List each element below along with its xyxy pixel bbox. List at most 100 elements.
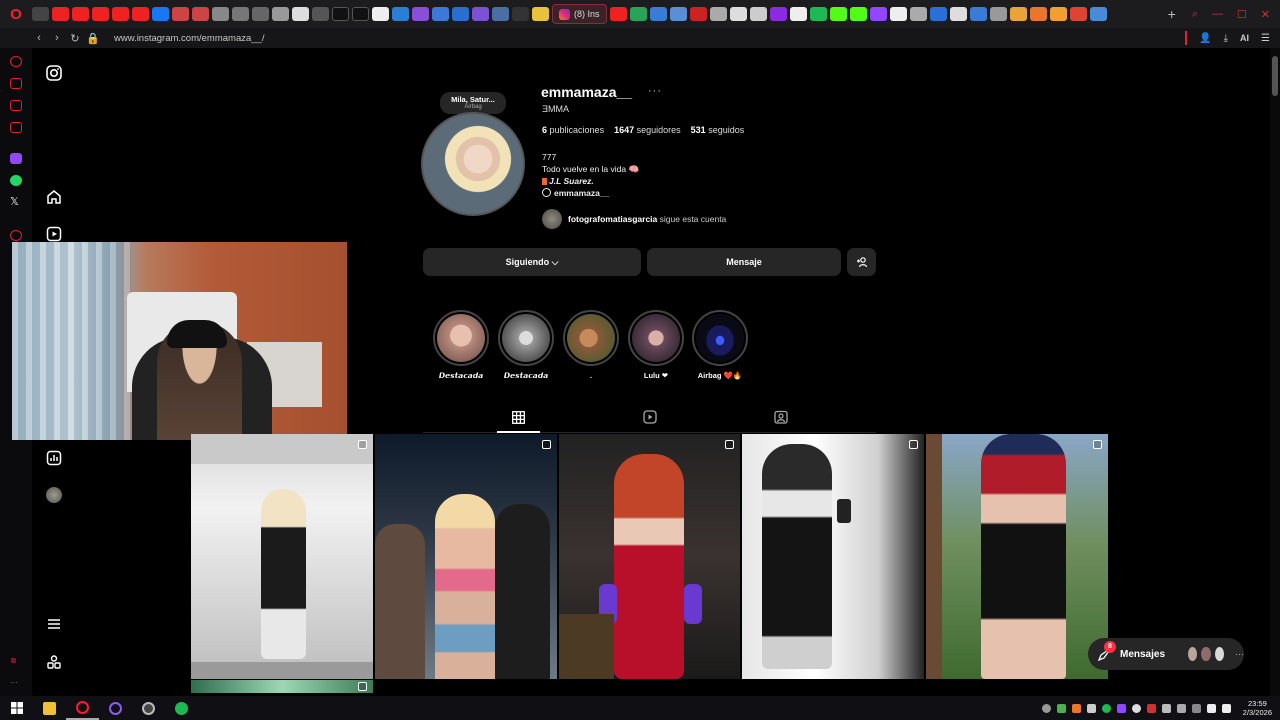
tab-favicon-youtube-icon[interactable]	[609, 7, 627, 21]
volume-icon[interactable]	[1221, 703, 1231, 713]
profile-note-bubble[interactable]: Mila, Satur... Airbag	[440, 92, 506, 114]
aria-icon[interactable]	[10, 56, 22, 67]
spotify-taskbar-icon[interactable]	[165, 696, 198, 720]
post-thumbnail-next-row[interactable]	[191, 680, 373, 693]
maximize-button[interactable]: ☐	[1237, 8, 1247, 21]
download-icon[interactable]: ⤓	[1224, 33, 1228, 44]
tray-icon[interactable]	[1041, 703, 1051, 713]
tab-favicon[interactable]	[212, 7, 229, 21]
tray-icon[interactable]	[1116, 703, 1126, 713]
sidebar-icon[interactable]	[10, 122, 22, 133]
new-tab-button[interactable]: +	[1162, 6, 1182, 22]
sidebar-icon[interactable]: ⊗	[10, 656, 22, 667]
tab-favicon[interactable]	[292, 7, 309, 21]
mutual-follower-text[interactable]: fotografomatiasgarcia sigue esta cuenta	[568, 214, 726, 224]
story-highlight[interactable]: .	[563, 310, 619, 380]
tray-icon[interactable]	[1146, 703, 1156, 713]
tab-favicon[interactable]	[392, 7, 409, 21]
app-taskbar-icon[interactable]	[99, 696, 132, 720]
tab-favicon[interactable]	[172, 7, 189, 21]
profile-options-icon[interactable]: ···	[648, 85, 662, 97]
messages-button[interactable]: 8 Mensajes ···	[1088, 638, 1244, 670]
tab-favicon[interactable]	[949, 7, 967, 21]
menu-hamburger-icon[interactable]	[45, 615, 63, 633]
tab-favicon[interactable]	[432, 7, 449, 21]
tab-favicon[interactable]	[1049, 7, 1067, 21]
post-thumbnail[interactable]	[559, 434, 740, 679]
message-button[interactable]: Mensaje	[647, 248, 841, 276]
tab-favicon-youtube-icon[interactable]	[132, 7, 149, 21]
tab-favicon[interactable]	[532, 7, 549, 21]
tab-favicon[interactable]	[689, 7, 707, 21]
x-icon[interactable]: 𝕏	[10, 197, 22, 208]
post-thumbnail[interactable]	[191, 434, 373, 679]
obs-taskbar-icon[interactable]	[132, 696, 165, 720]
tab-favicon[interactable]	[252, 7, 269, 21]
tab-favicon[interactable]	[909, 7, 927, 21]
tab-favicon-kick-icon[interactable]	[849, 7, 867, 21]
scrollbar-thumb[interactable]	[1272, 56, 1278, 96]
tab-favicon-youtube-icon[interactable]	[72, 7, 89, 21]
back-arrow-icon[interactable]: ‹	[30, 32, 48, 44]
reload-icon[interactable]: ↻	[66, 32, 84, 45]
tab-favicon-spotify-icon[interactable]	[809, 7, 827, 21]
home-icon[interactable]	[45, 188, 63, 206]
opera-taskbar-icon[interactable]	[66, 696, 99, 720]
bio-threads-link[interactable]: emmamaza__	[542, 187, 639, 199]
tab-favicon[interactable]	[929, 7, 947, 21]
tab-favicon[interactable]	[192, 7, 209, 21]
tab-favicon-twitch-icon[interactable]	[869, 7, 887, 21]
tray-icon[interactable]	[1131, 703, 1141, 713]
dashboard-icon[interactable]	[45, 449, 63, 467]
tab-favicon[interactable]	[969, 7, 987, 21]
followers-stat[interactable]: 1647 seguidores	[614, 125, 681, 135]
tab-favicon[interactable]	[512, 7, 529, 21]
search-tabs-icon[interactable]: ⌕	[1192, 8, 1198, 21]
more-apps-icon[interactable]	[45, 653, 63, 671]
start-windows-icon[interactable]	[0, 696, 33, 720]
tab-favicon[interactable]	[709, 7, 727, 21]
profile-avatar-large[interactable]	[421, 112, 525, 216]
tab-favicon[interactable]	[989, 7, 1007, 21]
tab-favicon[interactable]	[472, 7, 489, 21]
forward-arrow-icon[interactable]: ›	[48, 32, 66, 44]
tab-favicon[interactable]	[492, 7, 509, 21]
scrollbar-track[interactable]	[1270, 48, 1280, 696]
post-thumbnail[interactable]	[375, 434, 557, 679]
tab-favicon-drive-icon[interactable]	[629, 7, 647, 21]
url-field[interactable]: www.instagram.com/emmamaza__/	[114, 33, 264, 44]
tab-favicon-facebook-icon[interactable]	[152, 7, 169, 21]
tab-favicon[interactable]	[1089, 7, 1107, 21]
tab-favicon[interactable]	[769, 7, 787, 21]
tab-favicon[interactable]	[729, 7, 747, 21]
following-button[interactable]: Siguiendo ⌵	[423, 248, 641, 276]
reels-icon[interactable]	[45, 225, 63, 243]
profile-avatar[interactable]	[45, 486, 63, 504]
tab-favicon[interactable]	[32, 7, 49, 21]
tab-reels-icon[interactable]	[643, 410, 657, 424]
story-highlight[interactable]: Airbag ❤️🔥	[692, 310, 748, 380]
instagram-logo-icon[interactable]	[45, 64, 63, 82]
tab-favicon-youtube-icon[interactable]	[92, 7, 109, 21]
tab-favicon[interactable]	[1009, 7, 1027, 21]
more-icon[interactable]: ···	[10, 678, 22, 689]
close-button[interactable]: ✕	[1261, 8, 1270, 21]
network-icon[interactable]	[1206, 703, 1216, 713]
tab-tagged-icon[interactable]	[774, 410, 788, 424]
sidebar-icon[interactable]	[10, 78, 22, 89]
story-highlight[interactable]: Lulu ❤	[628, 310, 684, 380]
tab-favicon[interactable]	[412, 7, 429, 21]
sidebar-icon[interactable]	[10, 230, 22, 241]
tab-favicon[interactable]	[272, 7, 289, 21]
story-highlight[interactable]: 𝘿𝙚𝙨𝙩𝙖𝙘𝙖𝙙𝙖	[498, 310, 554, 380]
tray-icon[interactable]	[1071, 703, 1081, 713]
tab-favicon[interactable]	[312, 7, 329, 21]
tab-favicon[interactable]	[1029, 7, 1047, 21]
tray-icon[interactable]	[1176, 703, 1186, 713]
post-thumbnail[interactable]	[926, 434, 1108, 679]
opera-logo-icon[interactable]: O	[0, 0, 32, 28]
story-highlight[interactable]: 𝘿𝙚𝙨𝙩𝙖𝙘𝙖𝙙𝙖	[433, 310, 489, 380]
minimize-button[interactable]: —	[1212, 8, 1223, 21]
profile-icon[interactable]: 👤	[1199, 33, 1211, 44]
tab-favicon-kick-icon[interactable]	[829, 7, 847, 21]
